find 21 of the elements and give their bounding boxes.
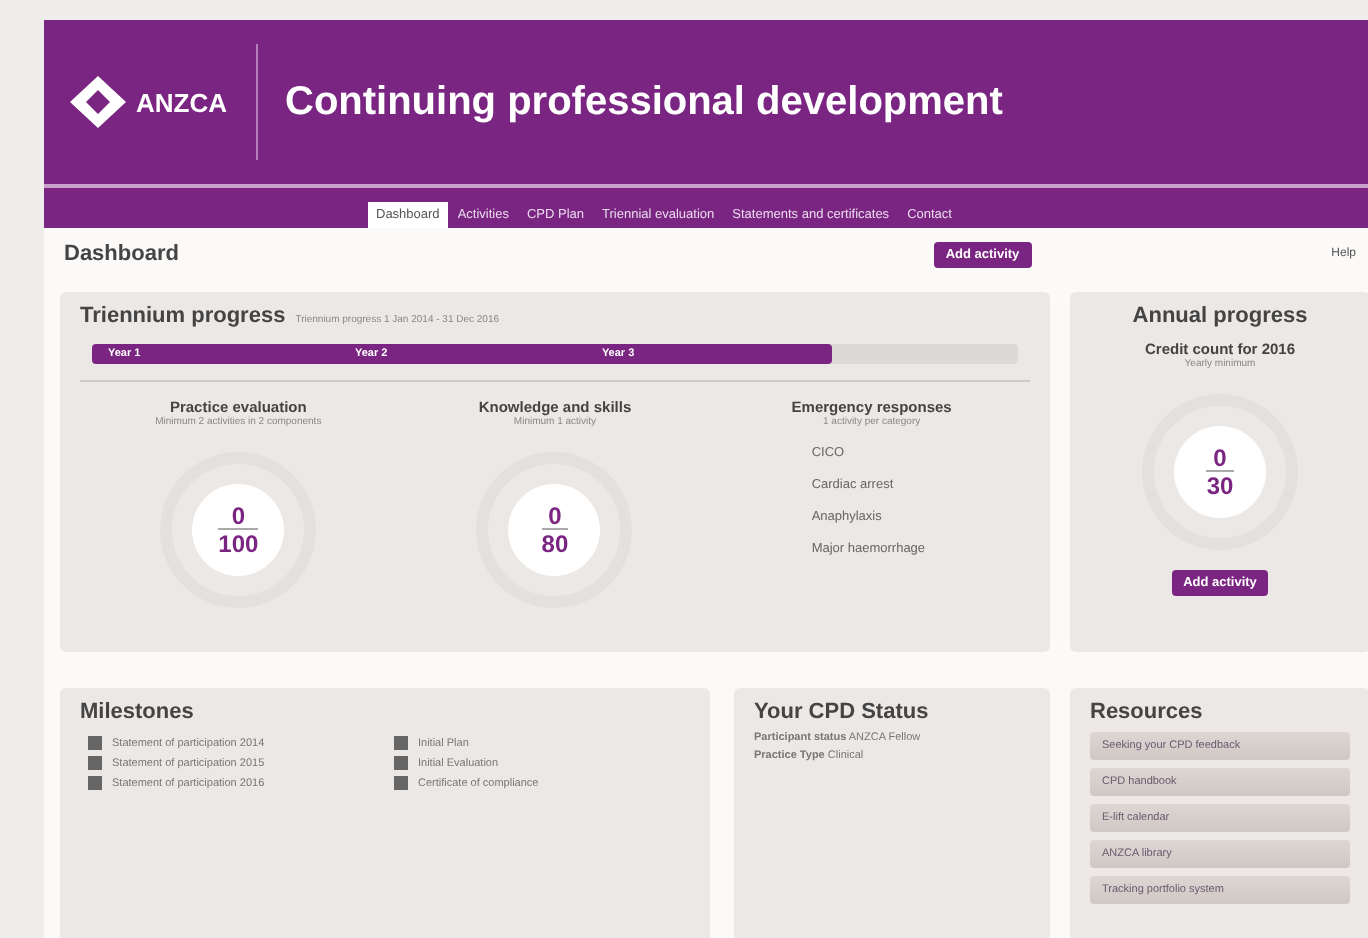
card-title: Triennium progress <box>80 304 286 328</box>
credit-value: 0 <box>1213 446 1227 470</box>
card-title: Your CPD Status <box>754 700 931 724</box>
credit-target: 100 <box>218 528 259 556</box>
checkbox[interactable] <box>394 736 408 750</box>
checkbox[interactable] <box>88 736 102 750</box>
checkbox[interactable] <box>88 756 102 770</box>
logo-icon <box>68 74 128 130</box>
card-title: Annual progress <box>1132 304 1308 328</box>
logo-text: ANZCA <box>136 87 227 117</box>
credit-value: 0 <box>231 504 245 528</box>
card-title: Milestones <box>80 700 196 724</box>
site-title: Continuing professional development <box>285 79 1003 125</box>
credit-value: 0 <box>548 504 562 528</box>
page-title: Dashboard <box>64 242 181 266</box>
credit-target: 30 <box>1206 470 1234 498</box>
checkbox[interactable] <box>394 776 408 790</box>
credit-target: 80 <box>541 528 569 556</box>
card-title: Resources <box>1090 700 1205 724</box>
checkbox[interactable] <box>394 756 408 770</box>
checkbox[interactable] <box>88 776 102 790</box>
